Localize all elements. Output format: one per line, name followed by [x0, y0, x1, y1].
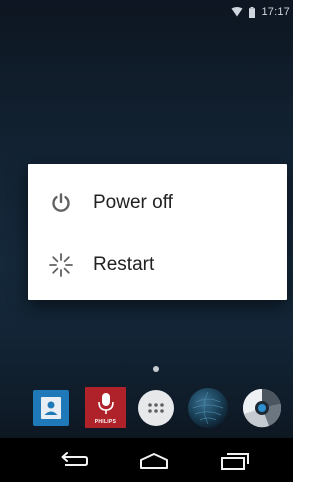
wifi-icon [231, 7, 243, 17]
dock: PHILIPS [0, 384, 293, 432]
navigation-bar [0, 438, 293, 482]
philips-microphone-app-icon[interactable]: PHILIPS [85, 387, 126, 428]
app-drawer-icon[interactable] [138, 390, 174, 426]
philips-label: PHILIPS [94, 419, 117, 425]
power-icon [48, 190, 74, 216]
globe-app-icon[interactable] [188, 388, 228, 428]
power-off-label: Power off [93, 192, 173, 213]
screen: 17:17 Power off Restart PHILIPS [0, 0, 293, 482]
home-icon[interactable] [134, 446, 174, 476]
recent-apps-icon[interactable] [215, 446, 255, 476]
back-icon[interactable] [54, 446, 94, 476]
battery-icon [249, 6, 256, 18]
restart-button[interactable]: Restart [28, 234, 287, 296]
restart-spinner-icon [48, 252, 74, 278]
power-off-button[interactable]: Power off [28, 172, 287, 234]
status-time: 17:17 [261, 6, 290, 18]
contacts-icon[interactable] [33, 390, 69, 426]
status-bar: 17:17 [0, 0, 293, 24]
restart-label: Restart [93, 254, 155, 275]
page-indicator-dot [153, 366, 159, 372]
camera-app-icon[interactable] [242, 388, 282, 428]
power-menu-dialog: Power off Restart [28, 164, 287, 300]
